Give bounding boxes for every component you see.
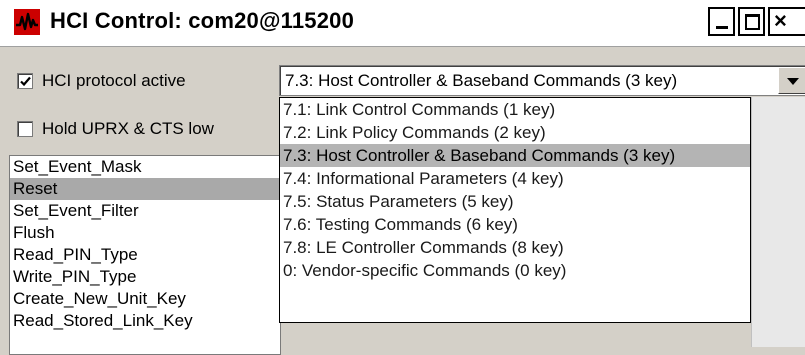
minimize-button[interactable] [708, 7, 735, 36]
dropdown-option[interactable]: 7.6: Testing Commands (6 key) [280, 213, 750, 236]
command-group-value: 7.3: Host Controller & Baseband Commands… [285, 71, 678, 90]
dropdown-option[interactable]: 7.5: Status Parameters (5 key) [280, 190, 750, 213]
list-item[interactable]: Write_PIN_Type [10, 266, 280, 288]
command-list[interactable]: Set_Event_Mask Reset Set_Event_Filter Fl… [9, 155, 281, 355]
dropdown-option[interactable]: 7.8: LE Controller Commands (8 key) [280, 236, 750, 259]
list-item[interactable]: Set_Event_Filter [10, 200, 280, 222]
list-item[interactable]: Flush [10, 222, 280, 244]
hold-lines-checkbox[interactable] [17, 121, 33, 137]
list-item[interactable]: Create_New_Unit_Key [10, 288, 280, 310]
hci-protocol-active-option[interactable]: HCI protocol active [17, 70, 186, 92]
hold-lines-label: Hold UPRX & CTS low [42, 119, 214, 138]
dropdown-option[interactable]: 7.3: Host Controller & Baseband Commands… [280, 144, 750, 167]
dropdown-option[interactable]: 0: Vendor-specific Commands (0 key) [280, 259, 750, 282]
waveform-icon[interactable] [14, 9, 40, 35]
close-icon: × [774, 8, 787, 33]
title-separator [0, 46, 805, 47]
dropdown-option[interactable]: 7.1: Link Control Commands (1 key) [280, 98, 750, 121]
dropdown-arrow-icon[interactable] [778, 67, 805, 94]
list-item[interactable]: Read_Stored_Link_Key [10, 310, 280, 332]
dropdown-option[interactable]: 7.4: Informational Parameters (4 key) [280, 167, 750, 190]
checkmark-icon [20, 76, 31, 87]
command-group-dropdown[interactable]: 7.1: Link Control Commands (1 key) 7.2: … [279, 97, 751, 323]
right-panel [751, 97, 805, 347]
maximize-button[interactable] [738, 7, 765, 36]
command-group-select[interactable]: 7.3: Host Controller & Baseband Commands… [279, 65, 805, 96]
list-item[interactable]: Reset [10, 178, 280, 200]
list-item[interactable]: Set_Event_Mask [10, 156, 280, 178]
title-bar[interactable]: HCI Control: com20@115200 × [0, 0, 805, 46]
close-button[interactable]: × [768, 7, 805, 36]
list-item[interactable]: Read_PIN_Type [10, 244, 280, 266]
hci-protocol-active-label: HCI protocol active [42, 71, 186, 90]
window-title: HCI Control: com20@115200 [50, 8, 354, 33]
hold-lines-option[interactable]: Hold UPRX & CTS low [17, 118, 214, 140]
dropdown-option[interactable]: 7.2: Link Policy Commands (2 key) [280, 121, 750, 144]
hci-protocol-active-checkbox[interactable] [17, 73, 33, 89]
